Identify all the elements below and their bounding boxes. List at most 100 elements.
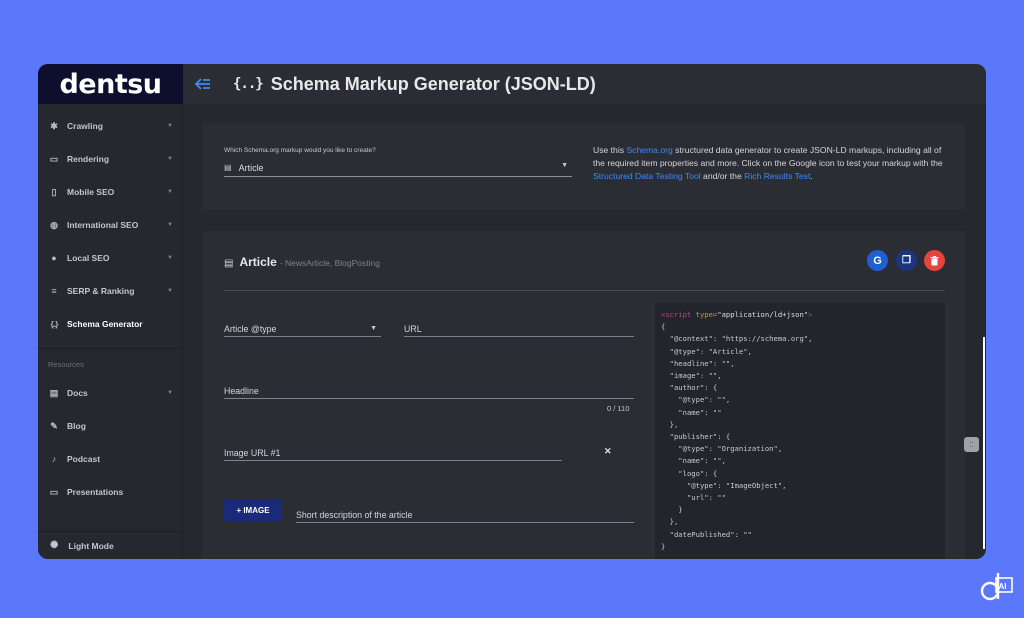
sidebar-item-docs[interactable]: ▤ Docs ▼ [38,381,183,405]
sidebar-item-label: SERP & Ranking [67,286,135,296]
sidebar-item-international-seo[interactable]: ◍ International SEO ▼ [38,213,183,237]
pin-icon: ● [51,253,57,263]
resources-heading: Resources [48,360,84,369]
light-mode-label: Light Mode [68,540,114,551]
dropdown-arrow-icon: ▼ [561,162,568,169]
sidebar-item-label: Blog [67,421,86,431]
scrollbar-track[interactable] [983,337,985,549]
article-card: ▤ Article - NewsArticle, BlogPosting G ❐… [202,231,965,559]
mobile-icon: ▯ [51,186,57,197]
chevron-down-icon: ▼ [167,390,173,396]
top-bar: {..} Schema Markup Generator (JSON-LD) [183,64,986,104]
sidebar-item-presentations[interactable]: ▭ Presentations [38,480,183,504]
image-url-label: Image URL #1 [224,447,281,458]
schema-org-link[interactable]: Schema.org [626,145,672,155]
dentsu-logo[interactable]: dentsu [38,64,183,104]
code-script-close: > [808,310,813,319]
info-text-part: and/or the [700,171,745,181]
sidebar-item-label: Podcast [67,454,101,464]
code-line: "headline": "", [661,358,735,368]
sidebar-item-schema-generator[interactable]: {..} Schema Generator [38,312,183,336]
article-type-select[interactable]: Article @type ▼ [224,321,381,337]
image-url-input[interactable]: Image URL #1 [224,445,562,461]
code-script-open: <script [661,310,692,319]
description-label: Short description of the article [296,509,413,520]
sidebar-item-label: Local SEO [67,253,110,263]
back-arrow-icon [195,78,210,90]
headline-label: Headline [224,385,259,396]
add-image-button[interactable]: + IMAGE [224,500,282,521]
structured-data-testing-tool-link[interactable]: Structured Data Testing Tool [593,171,701,181]
copy-icon: ❐ [902,255,911,266]
description-input[interactable]: Short description of the article [296,507,634,523]
code-line: "name": "" [661,407,722,417]
code-line: "author": { [661,383,718,393]
chevron-down-icon: ▼ [167,156,173,162]
code-line: "datePublished": "" [661,529,752,539]
code-line: "publisher": { [661,432,731,442]
code-line: "@context": "https://schema.org", [661,334,813,344]
page-title: Schema Markup Generator (JSON-LD) [270,73,596,94]
mic-icon: ♪ [51,454,57,464]
sidebar-divider [38,348,183,349]
article-header: ▤ Article - NewsArticle, BlogPosting [224,255,380,269]
schema-type-select[interactable]: ▤ Article ▼ [224,159,572,177]
svg-text:AI: AI [999,582,1007,591]
sidebar-item-label: Presentations [67,487,124,497]
sidebar-item-mobile-seo[interactable]: ▯ Mobile SEO ▼ [38,180,183,204]
article-subtitle: - NewsArticle, BlogPosting [279,258,380,268]
copy-button[interactable]: ❐ [896,250,917,271]
schema-type-card: Which Schema.org markup would you like t… [202,123,965,210]
chevron-down-icon: ▼ [167,189,173,195]
sidebar-item-blog[interactable]: ✎ Blog [38,414,183,438]
light-mode-toggle[interactable]: ✺ Light Mode [38,531,183,559]
code-line: "@type": "", [661,395,731,405]
logo-text: dentsu [59,68,162,100]
section-divider [224,290,945,291]
collapse-sidebar-button[interactable] [183,64,223,104]
pencil-icon: ✎ [50,420,58,431]
sidebar-item-serp-ranking[interactable]: ≡ SERP & Ranking ▼ [38,279,183,303]
chevron-down-icon: ▼ [167,255,173,261]
headline-input[interactable]: Headline [224,383,634,399]
info-text: Use this Schema.org structured data gene… [593,144,945,183]
url-input[interactable]: URL [404,321,634,337]
json-ld-output[interactable]: <script type="application/ld+json"> { "@… [655,303,945,559]
url-label: URL [404,323,422,334]
code-script-attr: type= [691,310,718,319]
sidebar-item-label: Schema Generator [67,319,143,329]
code-line: "logo": { [661,468,718,478]
docs-icon: ▤ [49,387,59,398]
code-line: "@type": "ImageObject", [661,480,787,490]
braces-icon: {..} [50,319,59,329]
sidebar-item-label: International SEO [67,220,139,230]
sidebar-item-label: Crawling [67,121,103,131]
code-line: }, [661,419,679,429]
scroll-handle[interactable]: ⁚⁚ [964,437,979,452]
code-line: "name": "", [661,456,726,466]
code-line: } [661,505,683,515]
trash-icon [930,255,939,265]
sun-icon: ✺ [50,540,59,551]
schema-type-value: Article [238,162,264,173]
globe-icon: ◍ [50,219,58,230]
sidebar-item-rendering[interactable]: ▭ Rendering ▼ [38,147,183,171]
dropdown-arrow-icon: ▼ [370,325,377,332]
delete-button[interactable] [924,250,945,271]
info-text-part: . [810,171,813,181]
sidebar-item-crawling[interactable]: ✱ Crawling ▼ [38,114,183,138]
remove-image-button[interactable]: ✕ [604,446,612,457]
headline-counter: 0 / 110 [607,404,630,413]
sidebar-item-podcast[interactable]: ♪ Podcast [38,447,183,471]
article-type-label: Article @type [224,323,277,334]
ai-logo-icon: AI [980,573,1013,601]
sidebar-item-local-seo[interactable]: ● Local SEO ▼ [38,246,183,270]
braces-icon: {..} [233,76,264,92]
sidebar-item-label: Rendering [67,154,110,164]
sidebar: ✱ Crawling ▼ ▭ Rendering ▼ ▯ Mobile SEO … [38,104,183,559]
google-test-button[interactable]: G [867,250,888,271]
code-script-type: "application/ld+json" [717,310,809,319]
code-line: "@type": "Article", [661,346,752,356]
code-line: "@type": "Organization", [661,444,783,454]
rich-results-test-link[interactable]: Rich Results Test [744,171,810,181]
